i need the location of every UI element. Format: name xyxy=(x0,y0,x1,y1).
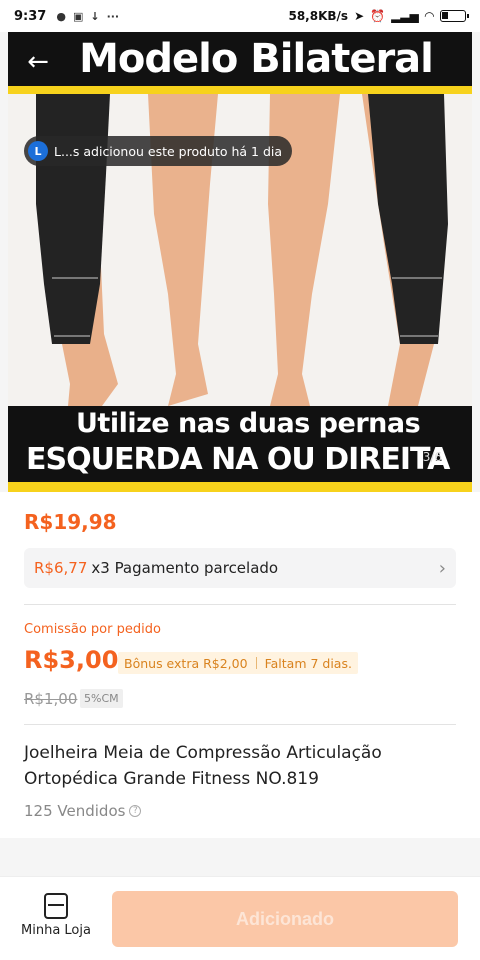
signal-icon: ▂▃▅ xyxy=(391,9,419,23)
commission-rate-badge: 5%CM xyxy=(80,689,123,708)
installment-amount: R$6,77 xyxy=(34,559,88,577)
system-indicators: 58,8KB/s ➤ ⏰ ▂▃▅ ◠ xyxy=(288,9,469,23)
alarm-icon: ⏰ xyxy=(370,9,386,23)
battery-icon xyxy=(440,10,469,22)
product-info-card: R$19,98 R$6,77 x3 Pagamento parcelado › … xyxy=(0,492,480,838)
banner-top: ← Modelo Bilateral xyxy=(8,32,472,94)
help-icon[interactable]: ? xyxy=(129,805,142,817)
download-icon: ↓ xyxy=(90,9,100,23)
my-store-button[interactable]: Minha Loja xyxy=(18,893,94,949)
store-icon xyxy=(44,893,68,919)
bonus-remaining: Faltam 7 dias. xyxy=(264,655,352,671)
recent-activity-toast: L L...s adicionou este produto há 1 dia xyxy=(24,136,293,166)
shopping-bag-icon: ▣ xyxy=(72,9,84,23)
installment-text: x3 Pagamento parcelado xyxy=(91,559,279,577)
more-notifications-icon: ··· xyxy=(106,9,120,23)
app-notification-icon: ● xyxy=(56,9,66,23)
toast-text: L...s adicionou este produto há 1 dia xyxy=(54,143,283,159)
banner-caption-line1: Utilize nas duas pernas xyxy=(76,408,421,439)
banner-title: Modelo Bilateral xyxy=(79,36,434,82)
bottom-action-bar: Minha Loja Adicionado xyxy=(0,876,480,960)
notification-icons: ● ▣ ↓ ··· xyxy=(56,10,119,23)
image-page-counter: 3/6 xyxy=(422,450,442,464)
clock: 9:37 xyxy=(14,8,47,24)
divider xyxy=(24,604,456,605)
product-price: R$19,98 xyxy=(24,510,117,534)
network-speed: 58,8KB/s xyxy=(288,9,349,23)
sold-count-row: 125 Vendidos ? xyxy=(24,802,142,820)
divider xyxy=(24,724,456,725)
commission-label: Comissão por pedido xyxy=(24,622,161,637)
banner-bottom: Utilize nas duas pernas ESQUERDA NA OU D… xyxy=(8,406,472,492)
bonus-text: Bônus extra R$2,00 xyxy=(124,655,248,671)
my-store-label: Minha Loja xyxy=(21,923,91,938)
bonus-badge: Bônus extra R$2,00 Faltam 7 dias. xyxy=(118,652,358,674)
badge-separator xyxy=(255,657,257,669)
avatar: L xyxy=(28,141,48,161)
wifi-icon: ◠ xyxy=(424,9,434,23)
commission-value: R$3,00 xyxy=(24,646,119,674)
added-button[interactable]: Adicionado xyxy=(112,891,458,947)
status-bar: 9:37 ● ▣ ↓ ··· 58,8KB/s ➤ ⏰ ▂▃▅ ◠ xyxy=(0,0,480,32)
sold-count: 125 Vendidos xyxy=(24,802,126,820)
product-title: Joelheira Meia de Compressão Articulação… xyxy=(24,743,382,789)
old-commission-value: R$1,00 xyxy=(24,690,78,708)
banner-caption-line2: ESQUERDA NA OU DIREITA xyxy=(26,442,450,477)
installment-row[interactable]: R$6,77 x3 Pagamento parcelado › xyxy=(24,548,456,588)
location-icon: ➤ xyxy=(354,9,365,23)
chevron-right-icon: › xyxy=(438,557,446,579)
product-image-carousel[interactable]: ← Modelo Bilateral L L...s adicionou est… xyxy=(8,32,472,492)
